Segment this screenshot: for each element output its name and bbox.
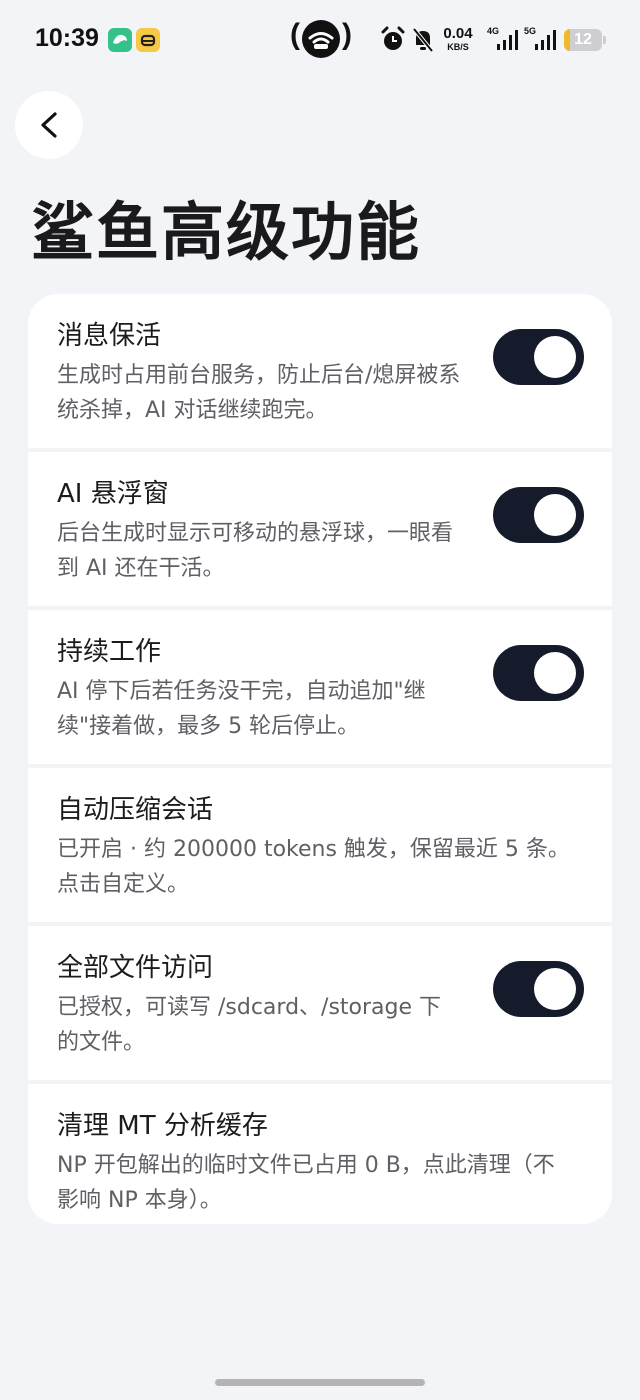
signal-icon bbox=[534, 28, 556, 56]
setting-title: 全部文件访问 bbox=[57, 953, 214, 983]
keep-alive-toggle[interactable] bbox=[493, 329, 584, 385]
setting-clear-mt-cache[interactable]: 清理 MT 分析缓存 NP 开包解出的临时文件已占用 0 B，点此清理（不影响 … bbox=[28, 1084, 612, 1224]
all-files-access-toggle[interactable] bbox=[493, 961, 584, 1017]
setting-all-files-access[interactable]: 全部文件访问 已授权，可读写 /sdcard、/storage 下的文件。 bbox=[28, 926, 612, 1080]
net-speed-unit: KB/S bbox=[447, 42, 469, 52]
setting-description: NP 开包解出的临时文件已占用 0 B，点此清理（不影响 NP 本身）。 bbox=[57, 1153, 555, 1213]
setting-title: 消息保活 bbox=[57, 321, 162, 351]
signal-icon bbox=[496, 28, 518, 56]
net-speed-value: 0.04 bbox=[443, 25, 473, 42]
home-indicator[interactable] bbox=[215, 1379, 425, 1386]
setting-title: 自动压缩会话 bbox=[57, 795, 214, 825]
status-bar: 10:39 ( ) 0.04 KB/S 4G 5G 12 bbox=[0, 0, 640, 80]
hotspot-icon: ( ) bbox=[290, 18, 352, 62]
setting-auto-compress-session[interactable]: 自动压缩会话 已开启 · 约 200000 tokens 触发，保留最近 5 条… bbox=[28, 768, 612, 922]
app-green-icon bbox=[108, 28, 132, 52]
battery-tip bbox=[603, 36, 606, 44]
battery-level: 12 bbox=[574, 31, 592, 48]
setting-title: 清理 MT 分析缓存 bbox=[57, 1111, 268, 1141]
setting-title: AI 悬浮窗 bbox=[57, 479, 169, 509]
ai-floating-window-toggle[interactable] bbox=[493, 487, 584, 543]
continuous-work-toggle[interactable] bbox=[493, 645, 584, 701]
battery-icon: 12 bbox=[564, 29, 602, 51]
toggle-knob bbox=[534, 968, 576, 1010]
setting-title: 持续工作 bbox=[57, 637, 162, 667]
setting-description: 生成时占用前台服务，防止后台/熄屏被系统杀掉，AI 对话继续跑完。 bbox=[57, 363, 461, 423]
app-yellow-icon bbox=[136, 28, 160, 52]
setting-continuous-work[interactable]: 持续工作 AI 停下后若任务没干完，自动追加"继续"接着做，最多 5 轮后停止。 bbox=[28, 610, 612, 764]
setting-description: 已授权，可读写 /sdcard、/storage 下的文件。 bbox=[57, 995, 442, 1055]
toggle-knob bbox=[534, 652, 576, 694]
alarm-icon bbox=[380, 26, 406, 58]
bell-off-icon bbox=[411, 26, 435, 58]
setting-keep-alive[interactable]: 消息保活 生成时占用前台服务，防止后台/熄屏被系统杀掉，AI 对话继续跑完。 bbox=[28, 294, 612, 448]
chevron-left-icon bbox=[41, 112, 57, 138]
settings-list: 消息保活 生成时占用前台服务，防止后台/熄屏被系统杀掉，AI 对话继续跑完。 A… bbox=[28, 294, 612, 1224]
status-time: 10:39 bbox=[35, 24, 99, 52]
back-button[interactable] bbox=[15, 91, 83, 159]
page-title: 鲨鱼高级功能 bbox=[31, 196, 421, 269]
setting-ai-floating-window[interactable]: AI 悬浮窗 后台生成时显示可移动的悬浮球，一眼看到 AI 还在干活。 bbox=[28, 452, 612, 606]
toggle-knob bbox=[534, 494, 576, 536]
setting-description: AI 停下后若任务没干完，自动追加"继续"接着做，最多 5 轮后停止。 bbox=[57, 679, 426, 739]
toggle-knob bbox=[534, 336, 576, 378]
setting-description: 后台生成时显示可移动的悬浮球，一眼看到 AI 还在干活。 bbox=[57, 521, 454, 581]
net-speed: 0.04 KB/S bbox=[438, 25, 478, 53]
setting-description: 已开启 · 约 200000 tokens 触发，保留最近 5 条。点击自定义。 bbox=[57, 837, 570, 897]
